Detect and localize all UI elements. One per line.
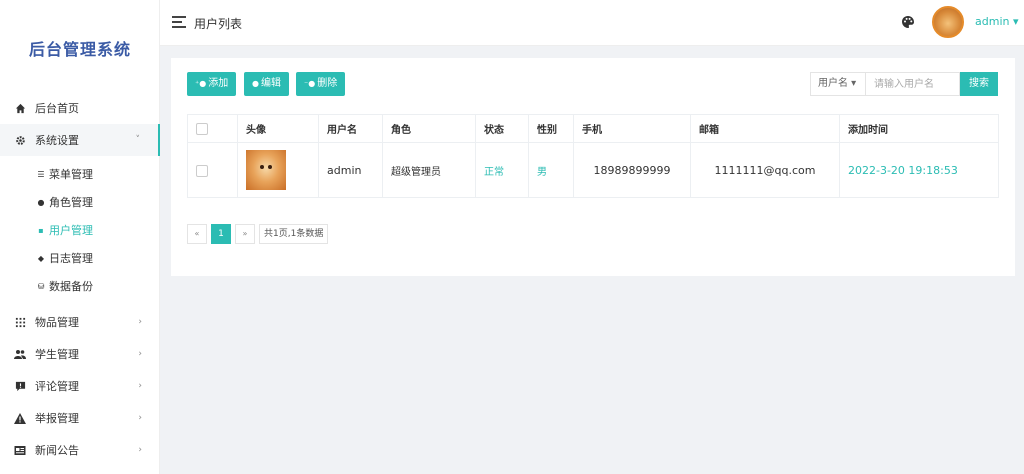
sidebar-item-label: 新闻公告 — [35, 444, 79, 457]
email-cell: 1111111@qq.com — [690, 142, 840, 198]
table-header-row: 头像 用户名 角色 状态 性别 手机 邮箱 添加时间 — [187, 114, 999, 143]
sidebar-item-label: 后台首页 — [35, 102, 79, 115]
user-menu[interactable]: admin ▾ — [975, 15, 1018, 28]
users-icon — [14, 348, 26, 360]
add-button-label: 添加 — [208, 78, 229, 89]
column-header[interactable]: 添加时间 — [839, 114, 999, 143]
grid-icon — [14, 316, 26, 328]
search-field-select[interactable]: 用户名 ▾ — [810, 72, 866, 96]
remove-user-icon: ⁻● — [304, 79, 316, 88]
pagination: « 1 » 共1页,1条数据 — [187, 224, 329, 244]
row-select-cell — [187, 142, 238, 198]
sidebar-item-news[interactable]: 新闻公告 › — [0, 434, 160, 466]
sidebar: 后台管理系统 后台首页 系统设置 ˅ ☰ 菜单管理 ● 角色管理 ▪ 用户管理 … — [0, 0, 160, 474]
user-icon: ▪ — [38, 225, 44, 235]
sidebar-item-comments[interactable]: 评论管理 › — [0, 370, 160, 402]
role-cell: 超级管理员 — [382, 142, 476, 198]
sidebar-item-menu-management[interactable]: ☰ 菜单管理 — [0, 160, 160, 188]
brand-title: 后台管理系统 — [28, 40, 131, 59]
role-icon: ● — [37, 197, 45, 207]
sidebar-nav: 后台首页 系统设置 ˅ ☰ 菜单管理 ● 角色管理 ▪ 用户管理 ◆ 日志管理 … — [0, 92, 160, 466]
edit-user-icon: ● — [252, 79, 259, 88]
home-icon — [14, 102, 26, 114]
sidebar-item-students[interactable]: 学生管理 › — [0, 338, 160, 370]
sidebar-item-user-management[interactable]: ▪ 用户管理 — [0, 216, 160, 244]
next-page-button[interactable]: » — [235, 224, 255, 244]
avatar[interactable] — [932, 6, 964, 38]
edit-button-label: 编辑 — [260, 78, 281, 89]
column-header[interactable]: 性别 — [528, 114, 574, 143]
user-avatar-image — [246, 150, 286, 190]
delete-button[interactable]: ⁻● 删除 — [296, 72, 346, 96]
sidebar-item-label: 学生管理 — [35, 348, 79, 361]
status-cell: 正常 — [475, 142, 529, 198]
sidebar-item-label: 系统设置 — [35, 134, 79, 147]
pagination-info: 共1页,1条数据 — [259, 224, 329, 244]
select-all-checkbox[interactable] — [196, 122, 208, 135]
avatar-cell — [237, 142, 319, 198]
chevron-right-icon: › — [138, 317, 142, 327]
settings-submenu: ☰ 菜单管理 ● 角色管理 ▪ 用户管理 ◆ 日志管理 ⛁ 数据备份 — [0, 156, 160, 306]
column-header[interactable]: 手机 — [573, 114, 691, 143]
add-button[interactable]: ⁺● 添加 — [187, 72, 237, 96]
top-header: 用户列表 admin ▾ — [160, 0, 1024, 46]
gender-cell: 男 — [528, 142, 574, 198]
column-header[interactable]: 邮箱 — [690, 114, 840, 143]
sidebar-item-label: 用户管理 — [49, 224, 93, 237]
chevron-right-icon: › — [138, 349, 142, 359]
add-user-icon: ⁺● — [195, 79, 207, 88]
sidebar-item-label: 日志管理 — [49, 252, 93, 265]
row-checkbox[interactable] — [196, 164, 208, 177]
chevron-right-icon: › — [138, 413, 142, 423]
sidebar-item-role-management[interactable]: ● 角色管理 — [0, 188, 160, 216]
user-table: 头像 用户名 角色 状态 性别 手机 邮箱 添加时间 admin 超级管理员 正… — [187, 114, 999, 198]
menu-toggle-icon[interactable] — [172, 16, 186, 28]
added-time-cell: 2022-3-20 19:18:53 — [839, 142, 999, 198]
column-header[interactable]: 角色 — [382, 114, 476, 143]
gear-icon — [14, 134, 26, 146]
sidebar-item-label: 菜单管理 — [49, 168, 93, 181]
sidebar-item-reports[interactable]: 举报管理 › — [0, 402, 160, 434]
database-icon: ⛁ — [37, 281, 45, 291]
column-header[interactable]: 头像 — [237, 114, 319, 143]
page-button-current[interactable]: 1 — [211, 224, 231, 244]
phone-cell: 18989899999 — [573, 142, 691, 198]
page-title: 用户列表 — [194, 17, 243, 31]
chevron-right-icon: › — [138, 445, 142, 455]
palette-icon[interactable] — [901, 15, 915, 29]
search-button[interactable]: 搜索 — [960, 72, 998, 96]
sidebar-item-home[interactable]: 后台首页 — [0, 92, 160, 124]
sidebar-item-log-management[interactable]: ◆ 日志管理 — [0, 244, 160, 272]
chevron-right-icon: › — [138, 381, 142, 391]
column-header[interactable]: 状态 — [475, 114, 529, 143]
list-icon: ☰ — [37, 169, 45, 179]
comment-icon — [14, 380, 26, 392]
sidebar-item-data-backup[interactable]: ⛁ 数据备份 — [0, 272, 160, 300]
sidebar-item-label: 物品管理 — [35, 316, 79, 329]
select-all-cell — [187, 114, 238, 143]
news-icon — [14, 444, 26, 456]
sidebar-item-label: 角色管理 — [49, 196, 93, 209]
tag-icon: ◆ — [37, 253, 45, 263]
table-row[interactable]: admin 超级管理员 正常 男 18989899999 1111111@qq.… — [187, 142, 999, 198]
chevron-down-icon: ˅ — [135, 135, 141, 145]
delete-button-label: 删除 — [317, 78, 338, 89]
sidebar-item-settings[interactable]: 系统设置 ˅ — [0, 124, 160, 156]
warning-icon — [14, 412, 26, 424]
username-cell: admin — [318, 142, 383, 198]
column-header[interactable]: 用户名 — [318, 114, 383, 143]
sidebar-item-label: 评论管理 — [35, 380, 79, 393]
edit-button[interactable]: ● 编辑 — [244, 72, 289, 96]
sidebar-item-label: 举报管理 — [35, 412, 79, 425]
prev-page-button[interactable]: « — [187, 224, 207, 244]
search-input[interactable] — [866, 72, 960, 96]
sidebar-item-label: 数据备份 — [49, 280, 93, 293]
sidebar-item-items[interactable]: 物品管理 › — [0, 306, 160, 338]
user-list-card: ⁺●添加 ●编辑 ⁻●删除 用户名 ▾ 搜索 头像 用户名 角色 状态 性别 手… — [171, 58, 1015, 276]
